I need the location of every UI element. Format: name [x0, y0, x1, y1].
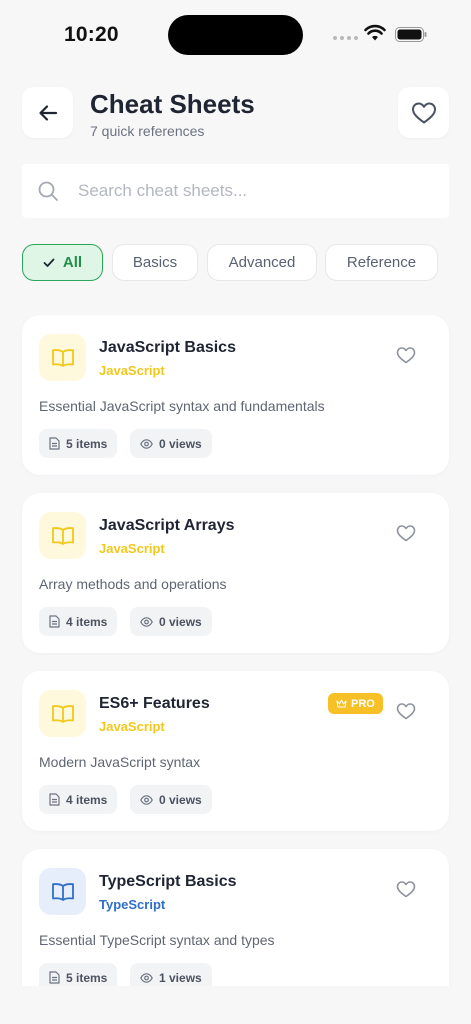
book-open-icon — [51, 348, 74, 367]
card-language: JavaScript — [99, 719, 165, 734]
eye-icon — [140, 794, 153, 805]
arrow-left-icon — [38, 104, 57, 121]
pro-badge: PRO — [328, 693, 383, 714]
document-icon — [49, 971, 60, 984]
filter-chip-basics[interactable]: Basics — [112, 244, 198, 281]
dynamic-island — [168, 15, 303, 55]
cheat-sheet-card[interactable]: JavaScript Basics JavaScript Essential J… — [22, 315, 449, 475]
search-icon — [38, 181, 58, 201]
status-time: 10:20 — [64, 23, 119, 46]
views-count: 0 views — [159, 792, 202, 807]
cheat-sheet-card[interactable]: JavaScript Arrays JavaScript Array metho… — [22, 493, 449, 653]
card-language: TypeScript — [99, 897, 166, 912]
heart-icon[interactable] — [396, 702, 416, 720]
card-title: JavaScript Basics — [99, 339, 236, 356]
card-description: Modern JavaScript syntax — [39, 754, 201, 770]
book-open-icon — [51, 704, 74, 723]
card-icon-box — [39, 868, 86, 915]
card-icon-box — [39, 334, 86, 381]
document-icon — [49, 793, 60, 806]
items-count: 4 items — [66, 792, 108, 807]
views-count-badge: 0 views — [130, 607, 212, 636]
status-bar: 10:20 — [0, 0, 471, 70]
search-bar — [22, 164, 449, 218]
heart-icon — [411, 102, 436, 123]
document-icon — [49, 615, 60, 628]
battery-icon — [395, 27, 427, 42]
eye-icon — [140, 616, 153, 627]
crown-icon — [336, 699, 347, 708]
card-icon-box — [39, 690, 86, 737]
views-count: 0 views — [159, 614, 202, 629]
card-description: Array methods and operations — [39, 576, 227, 592]
filter-chip-label: Reference — [346, 254, 417, 271]
heart-icon[interactable] — [396, 346, 416, 364]
card-title: ES6+ Features — [99, 695, 210, 712]
views-count: 0 views — [159, 436, 202, 451]
cellular-signal-icon — [333, 36, 358, 40]
views-count: 1 views — [159, 970, 202, 985]
views-count-badge: 0 views — [130, 429, 212, 458]
search-input[interactable] — [78, 176, 428, 206]
page-subtitle: 7 quick references — [90, 123, 205, 139]
back-button[interactable] — [22, 87, 73, 138]
filter-chip-all[interactable]: All — [22, 244, 103, 281]
heart-icon[interactable] — [396, 880, 416, 898]
items-count: 5 items — [66, 970, 108, 985]
filter-chip-advanced[interactable]: Advanced — [207, 244, 317, 281]
items-count-badge: 5 items — [39, 429, 118, 458]
filter-chip-label: Advanced — [228, 254, 296, 271]
items-count: 5 items — [66, 436, 108, 451]
wifi-icon — [364, 24, 386, 41]
card-icon-box — [39, 512, 86, 559]
card-language: JavaScript — [99, 363, 165, 378]
items-count-badge: 4 items — [39, 607, 118, 636]
cheat-sheet-card[interactable]: TypeScript Basics TypeScript Essential T… — [22, 849, 449, 1009]
items-count-badge: 4 items — [39, 785, 118, 814]
card-title: TypeScript Basics — [99, 873, 237, 890]
views-count-badge: 0 views — [130, 785, 212, 814]
favorites-button[interactable] — [398, 87, 449, 138]
eye-icon — [140, 972, 153, 983]
card-title: JavaScript Arrays — [99, 517, 235, 534]
filter-chip-label: All — [62, 254, 83, 271]
pro-badge-label: PRO — [351, 697, 375, 710]
filter-chip-label: Basics — [132, 254, 178, 271]
page-title: Cheat Sheets — [90, 89, 255, 119]
eye-icon — [140, 438, 153, 449]
document-icon — [49, 437, 60, 450]
card-language: JavaScript — [99, 541, 165, 556]
heart-icon[interactable] — [396, 524, 416, 542]
check-icon — [43, 258, 55, 267]
bottom-overlay — [0, 986, 471, 1024]
items-count: 4 items — [66, 614, 108, 629]
filter-chip-reference[interactable]: Reference — [325, 244, 438, 281]
card-description: Essential TypeScript syntax and types — [39, 932, 275, 948]
book-open-icon — [51, 526, 74, 545]
card-description: Essential JavaScript syntax and fundamen… — [39, 398, 325, 414]
book-open-icon — [51, 882, 74, 901]
cheat-sheet-card[interactable]: ES6+ Features JavaScript PRO Modern Java… — [22, 671, 449, 831]
